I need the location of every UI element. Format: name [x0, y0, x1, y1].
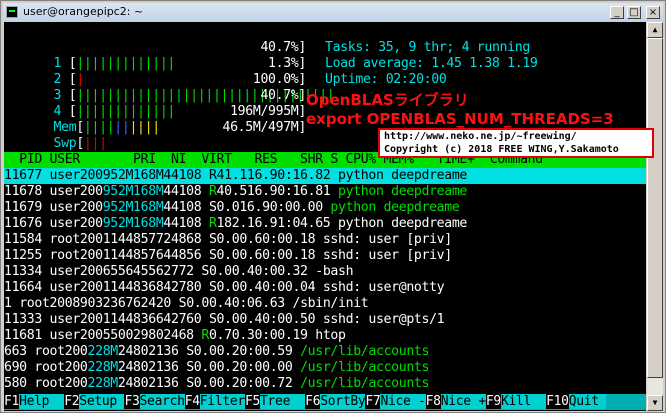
fkey-f6[interactable]: F6: [305, 394, 321, 409]
openblas-export: export OPENBLAS_NUM_THREADS=3: [306, 110, 614, 128]
copyright-box: http://www.neko.ne.jp/~freewing/ Copyrig…: [378, 128, 654, 158]
process-row[interactable]: 11677 user200952M168M44108 R41.116.90:16…: [4, 168, 646, 184]
process-row[interactable]: 11334 user200655645562772 S0.00.40:00.32…: [4, 264, 646, 280]
cpu-meter-4: 4 [|||||||||||||: [53, 104, 176, 119]
process-row[interactable]: 1 root2008903236762420 S0.00.40:06.63 /s…: [4, 296, 646, 312]
terminal-icon: [6, 6, 18, 18]
copyright-text: Copyright (c) 2018 FREE WING,Y.Sakamoto: [384, 144, 619, 155]
fkey-label-f9[interactable]: Kill: [500, 394, 547, 409]
cpu-meter-2: 2 [|: [53, 72, 85, 87]
process-row[interactable]: 11679 user200952M168M44108 S0.016.90:00.…: [4, 200, 646, 216]
uptime: Uptime: 02:20:00: [325, 72, 447, 87]
title-bar[interactable]: user@orangepipc2: ~ _ □ ×: [3, 3, 663, 21]
fkey-f1[interactable]: F1: [4, 394, 19, 409]
fkey-f9[interactable]: F9: [485, 394, 501, 409]
fkey-f5[interactable]: F5: [244, 394, 260, 409]
scroll-up-button[interactable]: ▲: [647, 22, 663, 38]
mem-value: 196M/995M]: [230, 104, 306, 119]
terminal-content[interactable]: 1 [||||||||||||| 2 [| 3 [|||||||||||||||…: [4, 22, 646, 411]
function-key-bar: F1Help F2Setup F3SearchF4FilterF5Tree F6…: [4, 394, 646, 410]
process-row[interactable]: 11678 user200952M168M44108 R40.516.90:16…: [4, 184, 646, 200]
close-button[interactable]: ×: [646, 6, 660, 19]
openblas-annotation: OpenBLASライブラリ export OPENBLAS_NUM_THREAD…: [306, 91, 614, 129]
fkey-f8[interactable]: F8: [425, 394, 441, 409]
process-row[interactable]: 11664 user2001144836842780 S0.00.40:00.0…: [4, 280, 646, 296]
cpu-meter-1: 1 [|||||||||||||: [53, 56, 176, 71]
process-row[interactable]: 580 root200228M24802136 S0.00.20:00.72 /…: [4, 376, 646, 392]
fkey-f7[interactable]: F7: [365, 394, 381, 409]
cpu-4-value: 40.7%]: [260, 88, 306, 103]
vertical-scrollbar[interactable]: ▲ ▼: [647, 22, 663, 411]
fkey-label-f10[interactable]: Quit: [568, 394, 607, 409]
process-row[interactable]: 11681 user200550029802468 R0.70.30:00.19…: [4, 328, 646, 344]
process-row[interactable]: 11333 user2001144836642760 S0.00.40:00.5…: [4, 312, 646, 328]
process-row[interactable]: 11676 user200952M168M44108 R182.16.91:04…: [4, 216, 646, 232]
swap-value: 46.5M/497M]: [222, 120, 307, 135]
maximize-button[interactable]: □: [627, 6, 641, 19]
fkey-f3[interactable]: F3: [124, 394, 140, 409]
cpu-1-value: 40.7%]: [260, 40, 306, 55]
fkey-label-f2[interactable]: Setup: [79, 394, 125, 409]
fkey-f10[interactable]: F10: [546, 394, 569, 409]
scroll-thumb[interactable]: [647, 38, 663, 378]
fkey-label-f5[interactable]: Tree: [260, 394, 306, 409]
fkey-label-f6[interactable]: SortBy: [320, 394, 366, 409]
mem-meter: Mem[||||||||||: [53, 120, 161, 135]
process-row[interactable]: 690 root200228M24802136 S0.00.20:00.00 /…: [4, 360, 646, 376]
process-row[interactable]: 663 root200228M24802136 S0.00.20:00.59 /…: [4, 344, 646, 360]
process-row[interactable]: 11255 root2001144857644856 S0.00.60:00.1…: [4, 248, 646, 264]
fkey-label-f3[interactable]: Search: [139, 394, 185, 409]
swap-meter: Swp[|||: [53, 136, 108, 151]
openblas-title: OpenBLASライブラリ: [306, 91, 469, 109]
url-text: http://www.neko.ne.jp/~freewing/: [384, 131, 577, 142]
fkey-f2[interactable]: F2: [64, 394, 80, 409]
scroll-down-button[interactable]: ▼: [647, 395, 663, 411]
fkey-label-f1[interactable]: Help: [19, 394, 65, 409]
fkey-label-f7[interactable]: Nice -: [380, 394, 426, 409]
minimize-button[interactable]: _: [610, 6, 624, 19]
cpu-3-value: 100.0%]: [252, 72, 306, 87]
process-row[interactable]: 11584 root2001144857724868 S0.00.60:00.1…: [4, 232, 646, 248]
fkey-label-f8[interactable]: Nice +: [440, 394, 486, 409]
fkey-label-f4[interactable]: Filter: [199, 394, 245, 409]
window-title: user@orangepipc2: ~: [23, 5, 144, 18]
load-average: Load average: 1.45 1.38 1.19: [325, 56, 538, 71]
cpu-2-value: 1.3%]: [268, 56, 306, 71]
fkey-f4[interactable]: F4: [184, 394, 200, 409]
tasks-summary: Tasks: 35, 9 thr; 4 running: [325, 40, 530, 55]
terminal-window: user@orangepipc2: ~ _ □ × 1 [|||||||||||…: [0, 0, 666, 413]
